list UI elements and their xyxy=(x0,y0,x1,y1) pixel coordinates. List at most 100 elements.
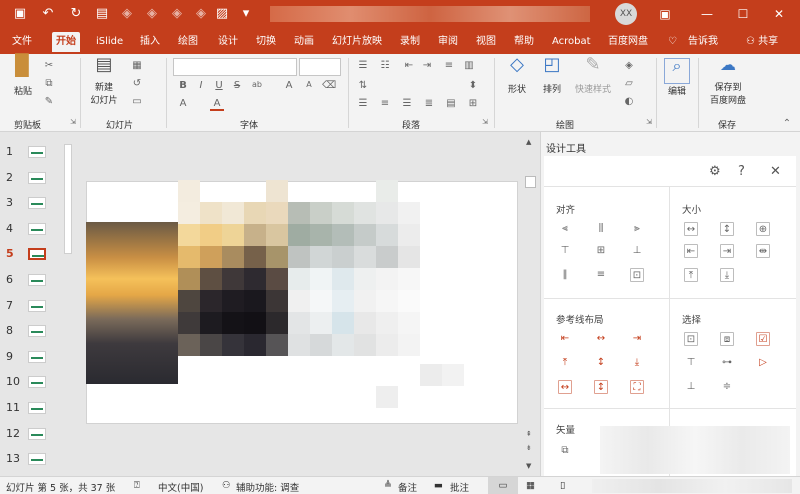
tab-baidu[interactable]: 百度网盘 xyxy=(604,32,652,52)
slide-thumbnail[interactable]: 12 xyxy=(0,424,60,444)
shape-outline-icon[interactable]: ▱ xyxy=(622,78,636,89)
guide-fill-height-icon[interactable]: ↕ xyxy=(594,380,608,394)
slide-thumbnail-image[interactable] xyxy=(28,453,46,466)
decrease-indent-icon[interactable]: ⇤ xyxy=(402,60,416,71)
slide-thumbnail-image[interactable] xyxy=(28,274,46,286)
share-button[interactable]: ⚇ 共享 xyxy=(742,32,782,52)
editing-button[interactable]: ⌕ 编辑 xyxy=(662,58,692,97)
dialog-launcher-icon[interactable]: ⇲ xyxy=(478,118,492,126)
same-height-icon[interactable]: ↕ xyxy=(720,222,734,236)
guide-left-icon[interactable]: ⇤ xyxy=(558,332,572,346)
collapse-ribbon-icon[interactable]: ⌃ xyxy=(780,118,794,129)
tab-home[interactable]: 开始 xyxy=(52,32,80,52)
picture-icon[interactable]: ▨ xyxy=(212,4,232,24)
tab-review[interactable]: 审阅 xyxy=(434,32,462,52)
slide-thumbnail-image[interactable] xyxy=(28,376,46,389)
stretch-top-icon[interactable]: ⤒ xyxy=(684,268,698,282)
tab-help[interactable]: 帮助 xyxy=(510,32,538,52)
copy-icon[interactable]: ⧉ xyxy=(42,78,56,89)
thumbnail-scrollbar[interactable] xyxy=(62,134,74,474)
slide-thumbnail-image[interactable] xyxy=(28,222,46,235)
dialog-launcher-icon[interactable]: ⇲ xyxy=(66,118,80,126)
accessibility-status[interactable]: 辅助功能: 调查 xyxy=(236,480,299,494)
slide-thumbnail-image[interactable] xyxy=(28,299,46,312)
shape-fill-icon[interactable]: ◈ xyxy=(622,60,636,71)
vector-merge-icon[interactable]: ⧉ xyxy=(558,444,572,458)
align-left-icon[interactable]: ☰ xyxy=(356,98,370,109)
numbering-icon[interactable]: ☷ xyxy=(378,60,392,71)
slide-thumbnail-image[interactable] xyxy=(28,197,46,210)
spelling-icon[interactable]: ⍰ xyxy=(134,480,140,491)
shape-icon[interactable]: ◈ xyxy=(191,4,211,24)
notes-button[interactable]: 备注 xyxy=(398,480,417,494)
justify-icon[interactable]: ≣ xyxy=(422,98,436,109)
font-color-button[interactable]: A xyxy=(210,98,224,111)
slide-thumbnail[interactable]: 10 xyxy=(0,372,60,392)
tab-record[interactable]: 录制 xyxy=(396,32,424,52)
language-status[interactable]: 中文(中国) xyxy=(158,480,203,494)
paste-button[interactable]: ▉ 粘贴 xyxy=(8,55,38,97)
redo-icon[interactable]: ↻ xyxy=(66,4,86,24)
same-width-icon[interactable]: ↔ xyxy=(684,222,698,236)
guide-fill-all-icon[interactable]: ⛶ xyxy=(630,380,644,394)
tab-design[interactable]: 设计 xyxy=(214,32,242,52)
tab-islide[interactable]: iSlide xyxy=(92,32,127,52)
text-direction-icon[interactable]: ⇅ xyxy=(356,80,370,91)
align-middle-icon[interactable]: ⊞ xyxy=(594,244,608,258)
stretch-bottom-icon[interactable]: ⤓ xyxy=(720,268,734,282)
stretch-right-icon[interactable]: ⇥ xyxy=(720,244,734,258)
text-effects-button[interactable]: A xyxy=(176,98,190,109)
smartart-icon[interactable]: ⊞ xyxy=(466,98,480,109)
align-center-icon[interactable]: ≡ xyxy=(378,98,392,109)
reading-view-icon[interactable]: ▯ xyxy=(560,480,565,491)
comments-button[interactable]: 批注 xyxy=(450,480,469,494)
save-to-baidu-button[interactable]: ☁ 保存到 百度网盘 xyxy=(704,57,752,107)
shape-icon[interactable]: ◈ xyxy=(142,4,162,24)
distribute-v-icon[interactable]: ≡ xyxy=(594,268,608,282)
settings-icon[interactable]: ⚙ xyxy=(709,164,721,179)
line-spacing-icon[interactable]: ≡ xyxy=(442,60,456,71)
distribute-h-icon[interactable]: ‖ xyxy=(558,268,572,282)
distributed-icon[interactable]: ▤ xyxy=(444,98,458,109)
slide-thumbnail[interactable]: 3 xyxy=(0,193,60,213)
slide-thumbnail[interactable]: 8 xyxy=(0,321,60,341)
slide-thumbnail[interactable]: 13 xyxy=(0,449,60,469)
select-bottom-icon[interactable]: ⊥ xyxy=(684,380,698,394)
tab-acrobat[interactable]: Acrobat xyxy=(548,32,595,52)
guide-center-icon[interactable]: ↔ xyxy=(594,332,608,346)
guide-middle-icon[interactable]: ↕ xyxy=(594,356,608,370)
guide-right-icon[interactable]: ⇥ xyxy=(630,332,644,346)
bullets-icon[interactable]: ☰ xyxy=(356,60,370,71)
align-top-icon[interactable]: ⊤ xyxy=(558,244,572,258)
strikethrough-button[interactable]: S xyxy=(230,80,244,91)
tab-insert[interactable]: 插入 xyxy=(136,32,164,52)
align-right-icon[interactable]: ⫸ xyxy=(630,222,644,236)
slide-thumbnail[interactable]: 9 xyxy=(0,347,60,367)
slide-thumbnail[interactable]: 4 xyxy=(0,219,60,239)
shadow-button[interactable]: ab xyxy=(250,80,264,89)
align-left-icon[interactable]: ⫷ xyxy=(558,222,572,236)
select-same-type-icon[interactable]: ⊡ xyxy=(684,332,698,346)
shapes-button[interactable]: ◇ 形状 xyxy=(503,56,531,96)
align-bottom-icon[interactable]: ⊥ xyxy=(630,244,644,258)
align-right-icon[interactable]: ☰ xyxy=(400,98,414,109)
slide-thumbnail-image[interactable] xyxy=(28,146,46,158)
stretch-both-icon[interactable]: ⇹ xyxy=(756,244,770,258)
quick-styles-button[interactable]: ✎ 快速样式 xyxy=(572,56,614,96)
new-slide-button[interactable]: ▤ 新建 幻灯片 xyxy=(86,56,122,107)
increase-indent-icon[interactable]: ⇥ xyxy=(420,60,434,71)
slide-thumbnail-image[interactable] xyxy=(28,427,46,440)
ribbon-display-icon[interactable]: ▣ xyxy=(655,4,675,24)
guide-fill-width-icon[interactable]: ↔ xyxy=(558,380,572,394)
slide-thumbnail[interactable]: 5 xyxy=(0,244,60,264)
present-icon[interactable]: ▤ xyxy=(92,4,112,24)
select-same-color-icon[interactable]: ☑ xyxy=(756,332,770,346)
arrange-button[interactable]: ◰ 排列 xyxy=(538,56,566,96)
slide-thumbnail-image[interactable] xyxy=(28,350,46,363)
layout-icon[interactable]: ▦ xyxy=(130,60,144,71)
tab-draw[interactable]: 绘图 xyxy=(174,32,202,52)
format-painter-icon[interactable]: ✎ xyxy=(42,96,56,107)
section-icon[interactable]: ▭ xyxy=(130,96,144,107)
slide-thumbnail[interactable]: 11 xyxy=(0,398,60,418)
shape-icon[interactable]: ◈ xyxy=(117,4,137,24)
